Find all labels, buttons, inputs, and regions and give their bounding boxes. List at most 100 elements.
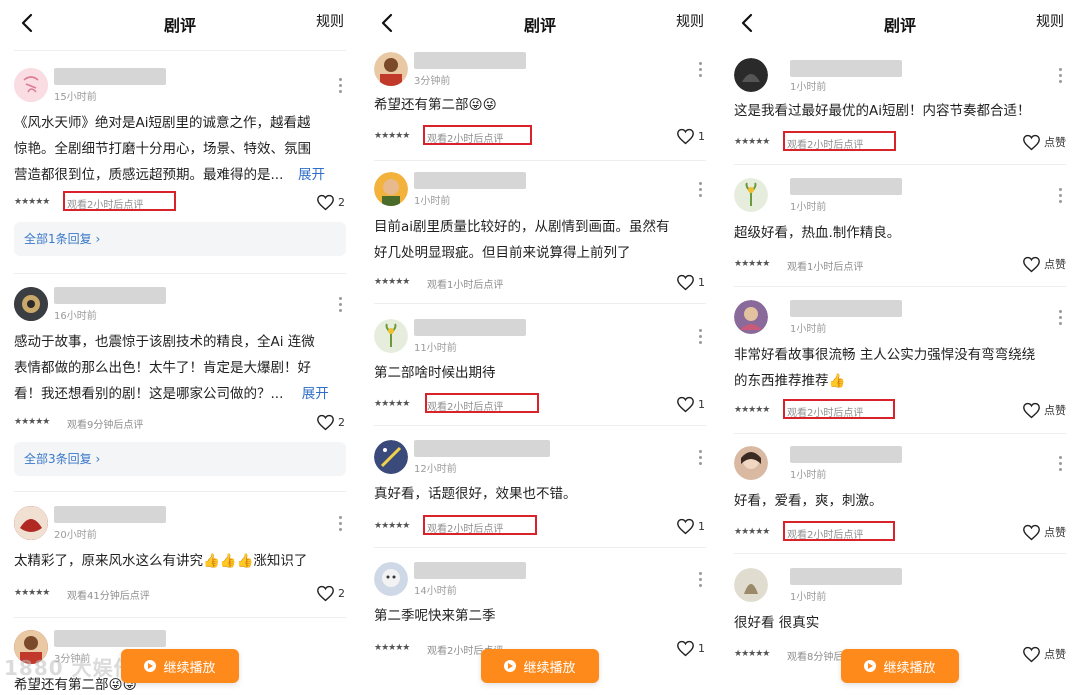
username-blurred [414, 172, 526, 189]
avatar[interactable] [374, 562, 408, 596]
divider [374, 547, 706, 548]
like-count: 1 [698, 519, 705, 533]
highlight-box [783, 399, 895, 419]
back-arrow-icon[interactable] [378, 12, 396, 34]
avatar[interactable] [734, 178, 768, 212]
more-options-icon[interactable] [338, 297, 342, 313]
divider [14, 273, 346, 274]
avatar[interactable] [374, 52, 408, 86]
rating-stars: ★★★★★ [14, 197, 50, 207]
like-button[interactable]: 2 [316, 412, 346, 432]
comment-text: 《风水天师》绝对是Ai短剧里的诚意之作，越看越 惊艳。全剧细节打磨十分用心，场景… [14, 110, 325, 188]
more-options-icon[interactable] [1058, 188, 1062, 204]
avatar[interactable] [14, 68, 48, 102]
like-button[interactable]: 1 [676, 126, 706, 146]
divider [14, 617, 346, 618]
rules-link[interactable]: 规则 [1036, 11, 1064, 31]
continue-play-button[interactable]: 继续播放 [841, 649, 959, 683]
like-button[interactable]: 1 [676, 272, 706, 292]
more-options-icon[interactable] [338, 516, 342, 532]
more-options-icon[interactable] [698, 329, 702, 345]
divider [374, 160, 706, 161]
view-replies-button[interactable]: 全部3条回复 › [14, 442, 346, 476]
avatar[interactable] [14, 506, 48, 540]
rating-stars: ★★★★★ [734, 259, 770, 269]
divider [734, 433, 1066, 434]
rating-stars: ★★★★★ [734, 137, 770, 147]
like-button[interactable]: 点赞 [1022, 644, 1066, 664]
comment-meta: ★★★★★ 观看2小时后点评 点赞 [734, 399, 1066, 420]
avatar[interactable] [734, 300, 768, 334]
comment-text: 希望还有第二部😜😜 [14, 677, 137, 693]
avatar[interactable] [374, 172, 408, 206]
more-options-icon[interactable] [698, 450, 702, 466]
more-options-icon[interactable] [338, 78, 342, 94]
like-button[interactable]: 2 [316, 583, 346, 603]
divider [374, 425, 706, 426]
highlight-box [63, 191, 176, 211]
username-blurred [54, 630, 166, 647]
watch-note: 观看1小时后点评 [787, 262, 864, 273]
heart-icon [677, 396, 694, 412]
expand-link[interactable]: 展开 [298, 162, 325, 188]
like-button[interactable]: 2 [316, 192, 346, 212]
like-button[interactable]: 点赞 [1022, 132, 1066, 152]
back-arrow-icon[interactable] [18, 12, 36, 34]
comment-item: 15小时前 《风水天师》绝对是Ai短剧里的诚意之作，越看越 惊艳。全剧细节打磨十… [14, 68, 346, 264]
expand-link[interactable]: 展开 [302, 381, 329, 407]
comment-item: 16小时前 感动于故事，也震惊于该剧技术的精良，全Ai 连微 表情都做的那么出色… [14, 287, 346, 483]
more-options-icon[interactable] [698, 182, 702, 198]
timestamp: 1小时前 [414, 196, 451, 207]
comment-text: 感动于故事，也震惊于该剧技术的精良，全Ai 连微 表情都做的那么出色！太牛了！肯… [14, 329, 329, 407]
timestamp: 15小时前 [54, 92, 97, 103]
like-button[interactable]: 1 [676, 516, 706, 536]
username-blurred [790, 446, 902, 463]
divider [14, 50, 346, 51]
like-count: 1 [698, 129, 705, 143]
comment-text: 非常好看故事很流畅 主人公实力强悍没有弯弯绕绕 的东西推荐推荐👍 [734, 347, 1036, 389]
like-button[interactable]: 1 [676, 394, 706, 414]
avatar[interactable] [14, 630, 48, 664]
watch-note: 观看1小时后点评 [427, 280, 504, 291]
more-options-icon[interactable] [1058, 68, 1062, 84]
comment-text: 超级好看，热血.制作精良。 [734, 225, 901, 241]
more-options-icon[interactable] [698, 572, 702, 588]
heart-icon [317, 585, 334, 601]
more-options-icon[interactable] [698, 62, 702, 78]
rules-link[interactable]: 规则 [676, 11, 704, 31]
like-count: 2 [338, 415, 345, 429]
timestamp: 14小时前 [414, 586, 457, 597]
avatar[interactable] [734, 446, 768, 480]
like-count: 2 [338, 586, 345, 600]
avatar[interactable] [734, 58, 768, 92]
comment-text: 这是我看过最好最优的Ai短剧！内容节奏都合适！ [734, 103, 1031, 119]
continue-play-button[interactable]: 继续播放 [121, 649, 239, 683]
divider [374, 303, 706, 304]
review-panel-3: 剧评 规则 1小时前 这是我看过最好最优的Ai短剧！内容节奏都合适！ ★★★★★… [720, 0, 1080, 695]
username-blurred [54, 68, 166, 85]
page-title: 剧评 [883, 16, 916, 35]
rating-stars: ★★★★★ [374, 521, 410, 531]
avatar[interactable] [374, 440, 408, 474]
timestamp: 11小时前 [414, 343, 457, 354]
view-replies-button[interactable]: 全部1条回复 › [14, 222, 346, 256]
avatar[interactable] [14, 287, 48, 321]
heart-icon [677, 518, 694, 534]
review-panel-1: 剧评 规则 15小时前 《风水天师》绝对是Ai短剧里的诚意之作，越看越 惊艳。全… [0, 0, 360, 695]
username-blurred [414, 52, 526, 69]
like-button[interactable]: 点赞 [1022, 254, 1066, 274]
rules-link[interactable]: 规则 [316, 11, 344, 31]
more-options-icon[interactable] [1058, 456, 1062, 472]
back-arrow-icon[interactable] [738, 12, 756, 34]
more-options-icon[interactable] [1058, 310, 1062, 326]
like-button[interactable]: 1 [676, 638, 706, 658]
timestamp: 3分钟前 [54, 654, 91, 665]
avatar[interactable] [374, 319, 408, 353]
avatar[interactable] [734, 568, 768, 602]
continue-play-button[interactable]: 继续播放 [481, 649, 599, 683]
divider [14, 491, 346, 492]
heart-icon [677, 274, 694, 290]
divider [734, 286, 1066, 287]
like-button[interactable]: 点赞 [1022, 400, 1066, 420]
like-button[interactable]: 点赞 [1022, 522, 1066, 542]
